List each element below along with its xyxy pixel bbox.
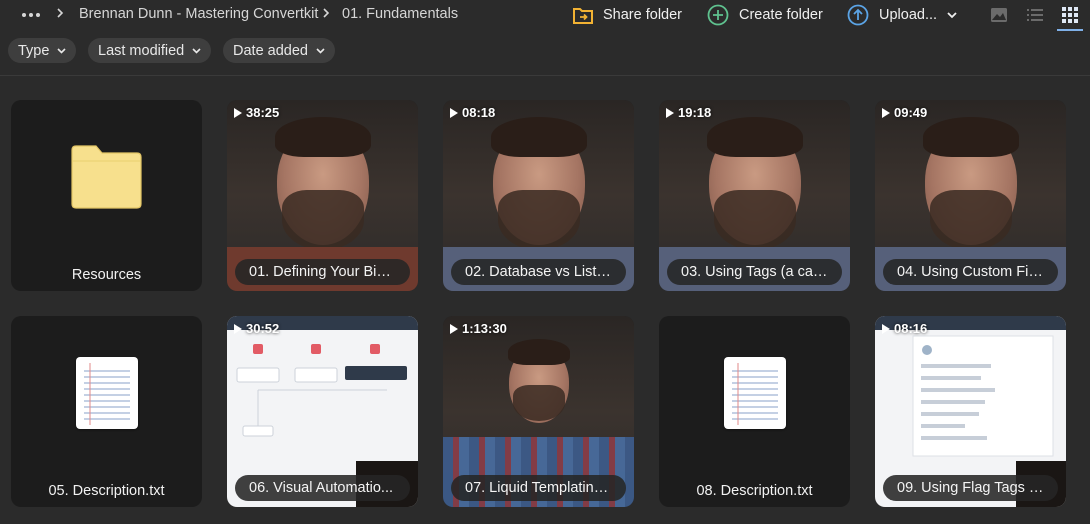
upload-label: Upload... (879, 7, 938, 23)
filter-date-added-label: Date added (233, 42, 308, 59)
chevron-right-icon (57, 8, 64, 18)
more-icon[interactable] (22, 13, 40, 17)
folder-tile[interactable]: Resources (11, 100, 202, 291)
tile-label: 08. Description.txt (696, 483, 813, 499)
play-icon (882, 107, 890, 118)
video-duration: 09:49 (882, 105, 927, 120)
chevron-down-icon (192, 47, 201, 54)
filter-date-added[interactable]: Date added (223, 38, 335, 63)
breadcrumb-item-course[interactable]: Brennan Dunn - Mastering Convertkit (79, 6, 318, 22)
play-icon (882, 323, 890, 334)
video-tile[interactable]: 30:52 06. Visual Automatio... (227, 316, 418, 507)
share-folder-button[interactable]: Share folder (573, 4, 682, 26)
video-duration: 38:25 (234, 105, 279, 120)
tile-label: 09. Using Flag Tags Fo... (883, 475, 1058, 501)
video-duration: 08:16 (882, 321, 927, 336)
chevron-down-icon (316, 47, 325, 54)
tile-label: 07. Liquid Templating.... (451, 475, 626, 501)
tile-label: 01. Defining Your Big ... (235, 259, 410, 285)
create-folder-button[interactable]: Create folder (707, 4, 823, 26)
tile-label: Resources (71, 267, 142, 283)
tile-label: 04. Using Custom Fiel... (883, 259, 1058, 285)
video-tile[interactable]: 1:13:30 07. Liquid Templating.... (443, 316, 634, 507)
chevron-down-icon[interactable] (947, 11, 957, 19)
video-tile[interactable]: 08:18 02. Database vs List- ... (443, 100, 634, 291)
plus-circle-icon (707, 4, 729, 26)
tile-label: 02. Database vs List- ... (451, 259, 626, 285)
share-folder-label: Share folder (603, 7, 682, 23)
filter-type-label: Type (18, 42, 50, 59)
video-tile[interactable]: 38:25 01. Defining Your Big ... (227, 100, 418, 291)
video-tile[interactable]: 09:49 04. Using Custom Fiel... (875, 100, 1066, 291)
video-tile[interactable]: 19:18 03. Using Tags (a cauti... (659, 100, 850, 291)
share-folder-icon (573, 8, 593, 24)
toolbar: Brennan Dunn - Mastering Convertkit 01. … (0, 0, 1090, 31)
video-duration: 08:18 (450, 105, 495, 120)
list-view-icon[interactable] (1025, 5, 1045, 25)
text-file-tile[interactable]: 05. Description.txt (11, 316, 202, 507)
video-duration: 1:13:30 (450, 321, 507, 336)
create-folder-label: Create folder (739, 7, 823, 23)
tile-label: 03. Using Tags (a cauti... (667, 259, 842, 285)
play-icon (666, 107, 674, 118)
filter-type[interactable]: Type (8, 38, 77, 63)
breadcrumb-item-current[interactable]: 01. Fundamentals (342, 6, 458, 22)
play-icon (450, 323, 458, 334)
text-file-icon (75, 357, 138, 429)
tile-label: 05. Description.txt (48, 483, 165, 499)
text-file-icon (723, 357, 786, 429)
gallery-view-icon[interactable] (989, 5, 1009, 25)
video-duration: 19:18 (666, 105, 711, 120)
filter-last-modified[interactable]: Last modified (88, 38, 212, 63)
video-duration: 30:52 (234, 321, 279, 336)
text-file-tile[interactable]: 08. Description.txt (659, 316, 850, 507)
tile-label: 06. Visual Automatio... (235, 475, 410, 501)
play-icon (234, 323, 242, 334)
active-view-indicator (1057, 29, 1083, 31)
upload-icon (847, 4, 869, 26)
divider (0, 75, 1090, 76)
chevron-down-icon (57, 47, 67, 54)
play-icon (234, 107, 242, 118)
folder-icon (71, 145, 142, 209)
video-tile[interactable]: 08:16 09. Using Flag Tags Fo... (875, 316, 1066, 507)
chevron-right-icon (323, 8, 330, 18)
filter-last-modified-label: Last modified (98, 42, 185, 59)
upload-button[interactable]: Upload... (847, 4, 957, 26)
play-icon (450, 107, 458, 118)
grid-view-icon[interactable] (1060, 5, 1080, 25)
